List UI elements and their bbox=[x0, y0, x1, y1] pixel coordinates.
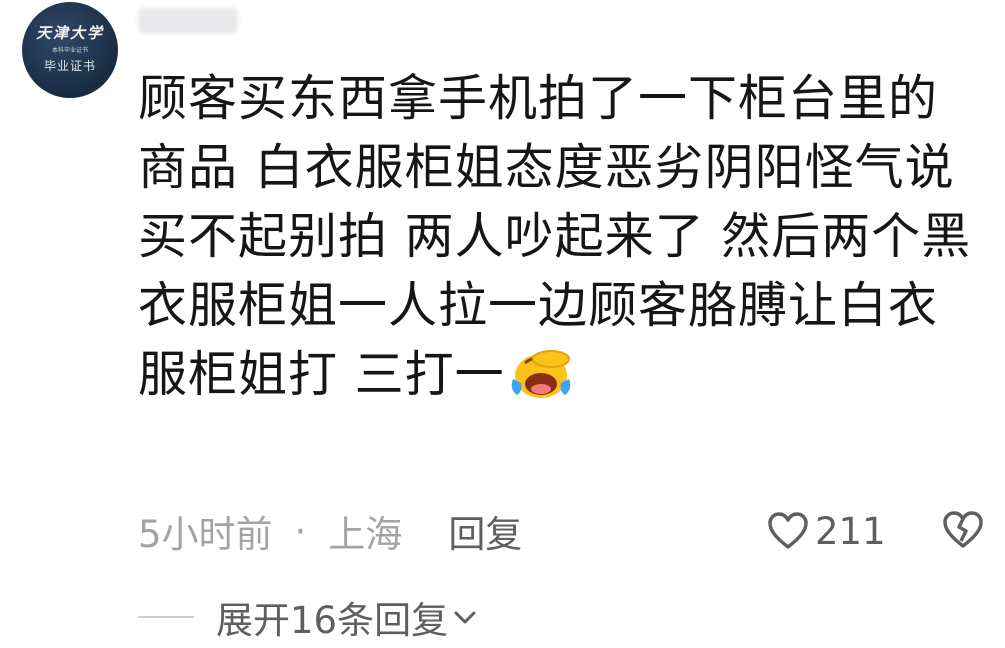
comment-body: 顾客买东西拿手机拍了一下柜台里的 商品 白衣服柜姐态度恶劣阴阳怪气说 买不起别拍… bbox=[138, 64, 988, 409]
reply-button[interactable]: 回复 bbox=[448, 504, 522, 558]
like-count: 211 bbox=[815, 509, 886, 553]
chevron-down-icon bbox=[454, 611, 476, 624]
comment-location: 上海 bbox=[328, 513, 403, 556]
username-blurred[interactable] bbox=[138, 8, 238, 34]
divider-line bbox=[138, 616, 194, 618]
avatar-text-sub: 本科毕业证书 bbox=[51, 47, 88, 54]
laughing-tears-emoji-icon bbox=[507, 349, 575, 401]
broken-heart-icon bbox=[943, 511, 983, 548]
comment-time: 5小时前 bbox=[138, 513, 273, 556]
expand-replies-label: 展开16条回复 bbox=[216, 599, 449, 642]
comment-meta: 5小时前 · 上海 回复 bbox=[138, 505, 522, 557]
like-button[interactable]: 211 bbox=[767, 505, 886, 557]
avatar-text-bottom: 毕业证书 bbox=[43, 59, 96, 73]
avatar-text-title: 天津大学 bbox=[35, 24, 104, 42]
dislike-button[interactable] bbox=[942, 511, 984, 553]
heart-icon bbox=[768, 512, 808, 549]
avatar[interactable]: 天津大学 本科毕业证书 毕业证书 bbox=[22, 2, 118, 98]
expand-replies-button[interactable]: 展开16条回复 bbox=[138, 592, 478, 642]
meta-separator: · bbox=[294, 509, 307, 553]
